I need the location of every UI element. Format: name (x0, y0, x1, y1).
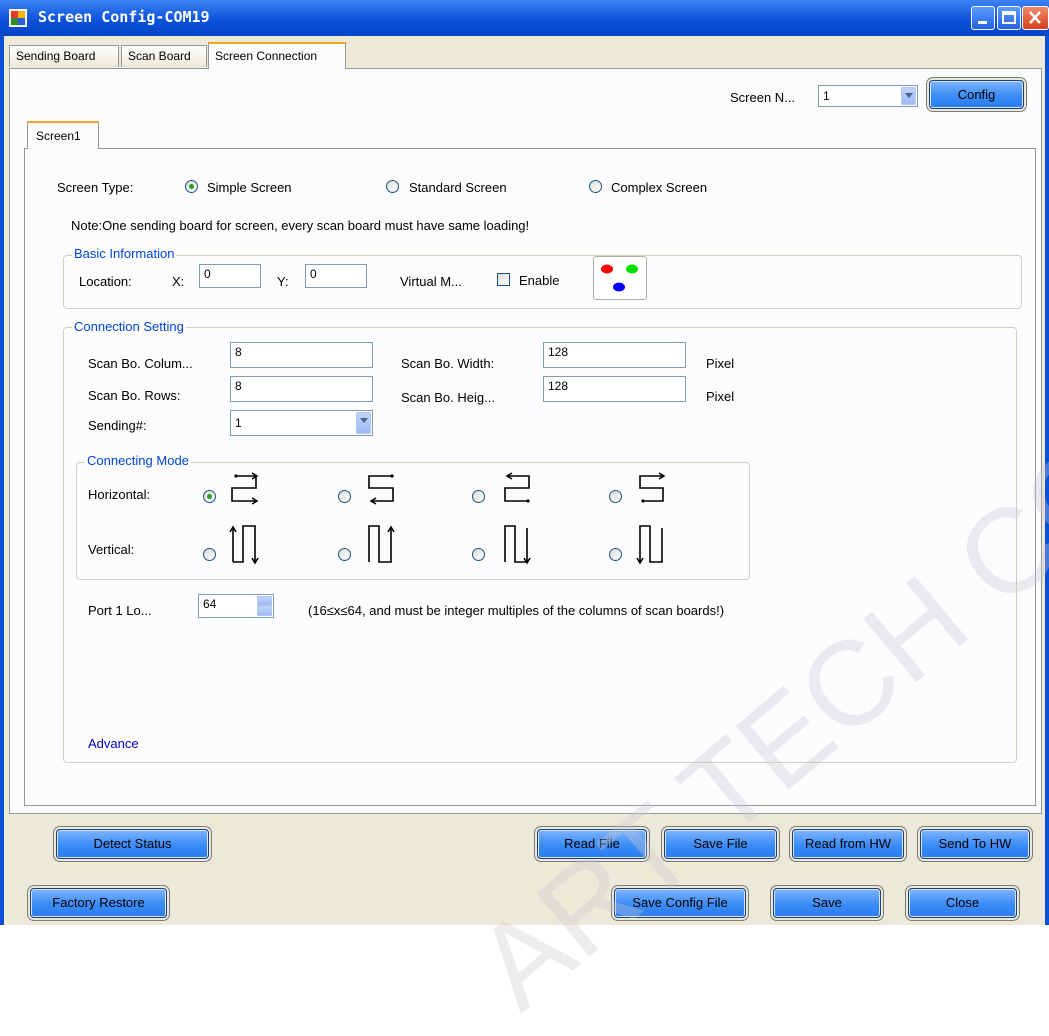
tab-screen1[interactable]: Screen1 (27, 121, 99, 149)
config-button[interactable]: Config (929, 80, 1024, 109)
vertical-mode-3-radio[interactable] (472, 548, 485, 561)
scan-board-width-input[interactable]: 128 (543, 342, 686, 368)
scan-board-columns-label: Scan Bo. Colum... (88, 356, 193, 371)
sending-value: 1 (235, 416, 242, 430)
port-loading-spinner[interactable]: 64 (198, 594, 274, 618)
y-label: Y: (277, 274, 289, 289)
screen-number-label: Screen N... (730, 90, 796, 105)
enable-label: Enable (519, 273, 560, 288)
read-file-button[interactable]: Read File (537, 829, 647, 859)
tab-sending-board[interactable]: Sending Board (9, 45, 119, 67)
vertical-snake-4-icon (635, 520, 669, 568)
complex-screen-radio[interactable] (589, 180, 602, 193)
spin-up-icon[interactable] (257, 596, 272, 606)
minimize-button[interactable] (971, 6, 995, 30)
detect-status-button[interactable]: Detect Status (56, 829, 209, 859)
chevron-down-icon (901, 87, 916, 105)
vertical-mode-2-radio[interactable] (338, 548, 351, 561)
spin-down-icon[interactable] (257, 606, 272, 616)
horizontal-label: Horizontal: (88, 487, 151, 502)
horizontal-mode-3-radio[interactable] (472, 490, 485, 503)
note-text: Note:One sending board for screen, every… (71, 218, 530, 233)
simple-screen-radio[interactable] (185, 180, 198, 193)
sending-label: Sending#: (88, 418, 147, 433)
port-loading-value: 64 (203, 597, 217, 611)
standard-screen-label: Standard Screen (409, 180, 507, 195)
connecting-mode-title: Connecting Mode (85, 453, 191, 468)
screen-number-select[interactable]: 1 (818, 85, 918, 107)
scan-board-height-input[interactable]: 128 (543, 376, 686, 402)
close-window-button[interactable] (1022, 6, 1049, 30)
horizontal-snake-3-icon (500, 468, 534, 508)
screen-type-label: Screen Type: (57, 180, 134, 195)
vertical-label: Vertical: (88, 542, 135, 557)
scan-board-rows-label: Scan Bo. Rows: (88, 388, 181, 403)
horizontal-snake-4-icon (635, 468, 669, 508)
x-input[interactable]: 0 (199, 264, 261, 288)
port-loading-hint: (16≤x≤64, and must be integer multiples … (308, 603, 725, 618)
horizontal-mode-4-radio[interactable] (609, 490, 622, 503)
height-pixel-unit: Pixel (706, 389, 735, 404)
tab-scan-board[interactable]: Scan Board (121, 45, 207, 67)
virtual-pixel-button[interactable] (593, 256, 647, 300)
vertical-snake-1-icon (228, 520, 262, 568)
horizontal-mode-2-radio[interactable] (338, 490, 351, 503)
location-label: Location: (79, 274, 132, 289)
horizontal-mode-1-radio[interactable] (203, 490, 216, 503)
close-icon (1029, 11, 1041, 24)
screen-number-value: 1 (823, 89, 830, 103)
complex-screen-label: Complex Screen (611, 180, 708, 195)
scan-board-width-label: Scan Bo. Width: (401, 356, 495, 371)
rgb-dots-icon (601, 264, 638, 292)
y-input[interactable]: 0 (305, 264, 367, 288)
scan-board-rows-input[interactable]: 8 (230, 376, 373, 402)
sending-select[interactable]: 1 (230, 410, 373, 436)
standard-screen-radio[interactable] (386, 180, 399, 193)
simple-screen-label: Simple Screen (207, 180, 292, 195)
scan-board-height-label: Scan Bo. Heig... (401, 390, 495, 405)
enable-checkbox[interactable] (497, 273, 510, 286)
vertical-snake-2-icon (364, 520, 398, 568)
tab-screen-connection[interactable]: Screen Connection (208, 42, 346, 69)
horizontal-snake-2-icon (364, 468, 398, 508)
chevron-down-icon (356, 412, 371, 434)
read-from-hw-button[interactable]: Read from HW (792, 829, 904, 859)
vertical-snake-3-icon (500, 520, 534, 568)
vertical-mode-4-radio[interactable] (609, 548, 622, 561)
advance-link[interactable]: Advance (88, 736, 139, 751)
connection-setting-title: Connection Setting (72, 319, 186, 334)
port-loading-label: Port 1 Lo... (88, 603, 152, 618)
horizontal-snake-1-icon (228, 468, 262, 508)
maximize-icon (1002, 11, 1016, 24)
x-label: X: (172, 274, 185, 289)
vertical-mode-1-radio[interactable] (203, 548, 216, 561)
window-title: Screen Config-COM19 (38, 8, 210, 26)
close-button[interactable]: Close (908, 888, 1017, 918)
app-icon (9, 9, 27, 27)
minimize-icon (978, 21, 987, 24)
factory-restore-button[interactable]: Factory Restore (30, 888, 167, 918)
width-pixel-unit: Pixel (706, 356, 735, 371)
virtual-mode-label: Virtual M... (400, 274, 462, 289)
save-file-button[interactable]: Save File (664, 829, 777, 859)
save-button[interactable]: Save (773, 888, 881, 918)
send-to-hw-button[interactable]: Send To HW (920, 829, 1030, 859)
maximize-button[interactable] (997, 6, 1021, 30)
basic-information-title: Basic Information (72, 246, 177, 261)
scan-board-columns-input[interactable]: 8 (230, 342, 373, 368)
save-config-file-button[interactable]: Save Config File (614, 888, 746, 918)
